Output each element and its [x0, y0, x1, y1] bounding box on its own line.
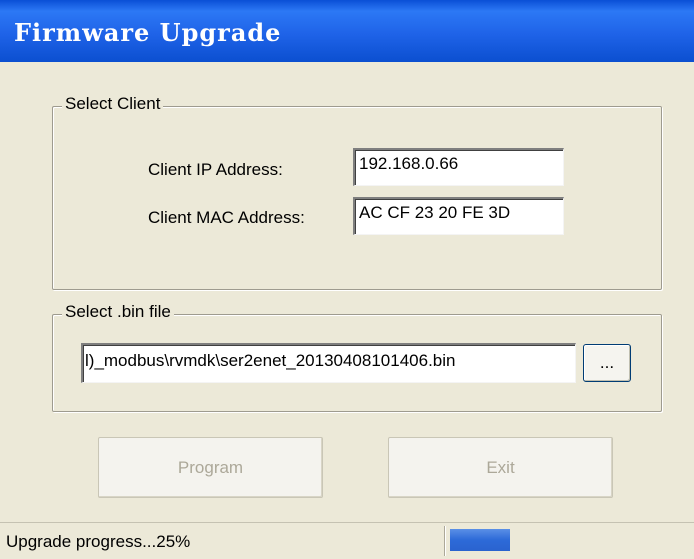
window-title: Firmware Upgrade: [14, 18, 282, 47]
client-ip-label: Client IP Address:: [148, 160, 283, 179]
title-bar[interactable]: Firmware Upgrade: [0, 0, 694, 62]
upgrade-progress-text: Upgrade progress...25%: [6, 532, 191, 551]
exit-button[interactable]: Exit: [388, 437, 613, 498]
upgrade-progress-bar: [450, 529, 690, 551]
progress-bar-fill: [450, 529, 510, 551]
client-ip-field[interactable]: 192.168.0.66: [353, 148, 564, 186]
select-bin-legend: Select .bin file: [62, 302, 174, 322]
status-bar: Upgrade progress...25%: [0, 522, 694, 559]
program-button[interactable]: Program: [98, 437, 323, 498]
bin-file-path-field[interactable]: l)_modbus\rvmdk\ser2enet_20130408101406.…: [81, 343, 576, 383]
firmware-upgrade-window: Firmware Upgrade Select Client Client IP…: [0, 0, 694, 559]
browse-button[interactable]: ...: [583, 344, 631, 382]
client-mac-label: Client MAC Address:: [148, 208, 305, 227]
client-mac-field[interactable]: AC CF 23 20 FE 3D: [353, 197, 564, 235]
select-client-legend: Select Client: [62, 94, 164, 114]
status-separator: [444, 526, 446, 556]
